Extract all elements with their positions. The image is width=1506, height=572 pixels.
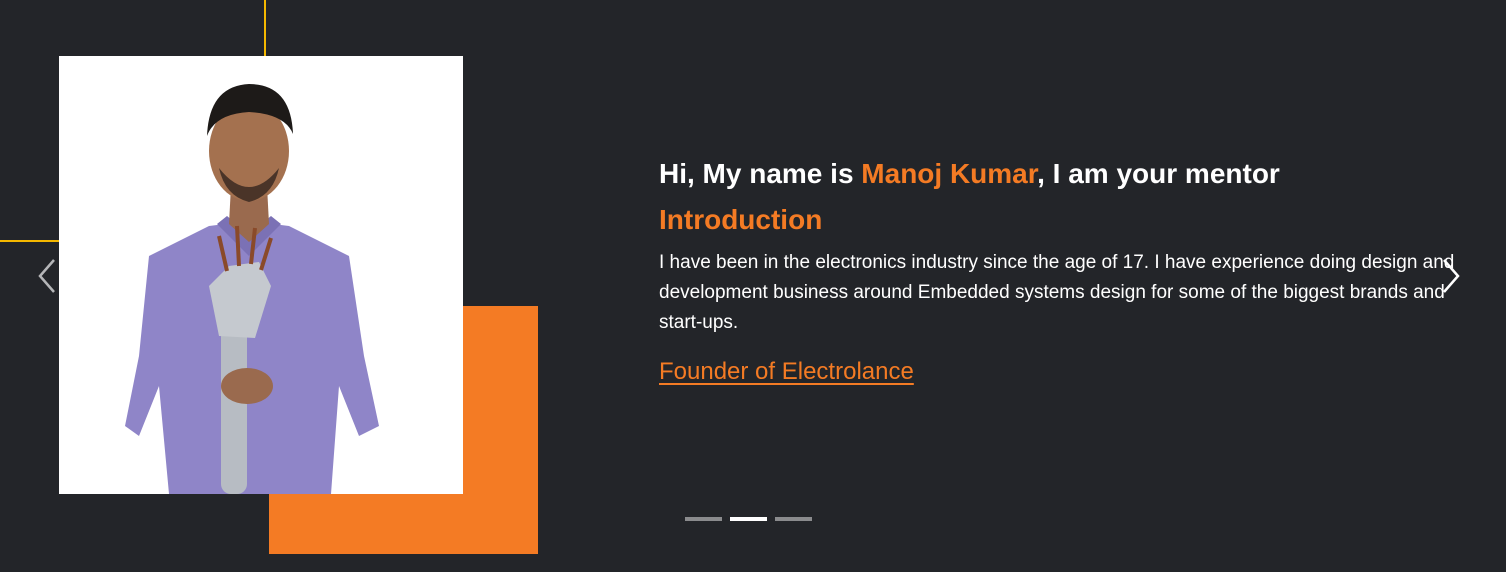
carousel-indicator-2[interactable] [730, 517, 767, 521]
section-title: Introduction [659, 204, 823, 235]
mentor-photo [59, 56, 463, 494]
founder-link[interactable]: Founder of Electrolance [659, 358, 914, 386]
mentor-name: Manoj Kumar [861, 158, 1038, 189]
carousel-indicator-3[interactable] [775, 517, 812, 521]
mentor-info: Hi, My name is Manoj Kumar, I am your me… [659, 152, 1489, 386]
carousel-indicator-1[interactable] [685, 517, 722, 521]
carousel-prev-button[interactable] [34, 256, 60, 296]
mentor-greeting: Hi, My name is Manoj Kumar, I am your me… [659, 152, 1489, 196]
chevron-left-icon [38, 259, 55, 293]
greeting-prefix: Hi, My name is [659, 158, 862, 189]
mentor-bio: I have been in the electronics industry … [659, 252, 1455, 333]
chevron-right-icon [1443, 259, 1460, 293]
greeting-suffix: , I am your mentor [1037, 158, 1280, 189]
carousel-indicators [685, 517, 812, 521]
carousel-next-button[interactable] [1438, 256, 1464, 296]
mentor-carousel: Hi, My name is Manoj Kumar, I am your me… [0, 0, 1506, 572]
